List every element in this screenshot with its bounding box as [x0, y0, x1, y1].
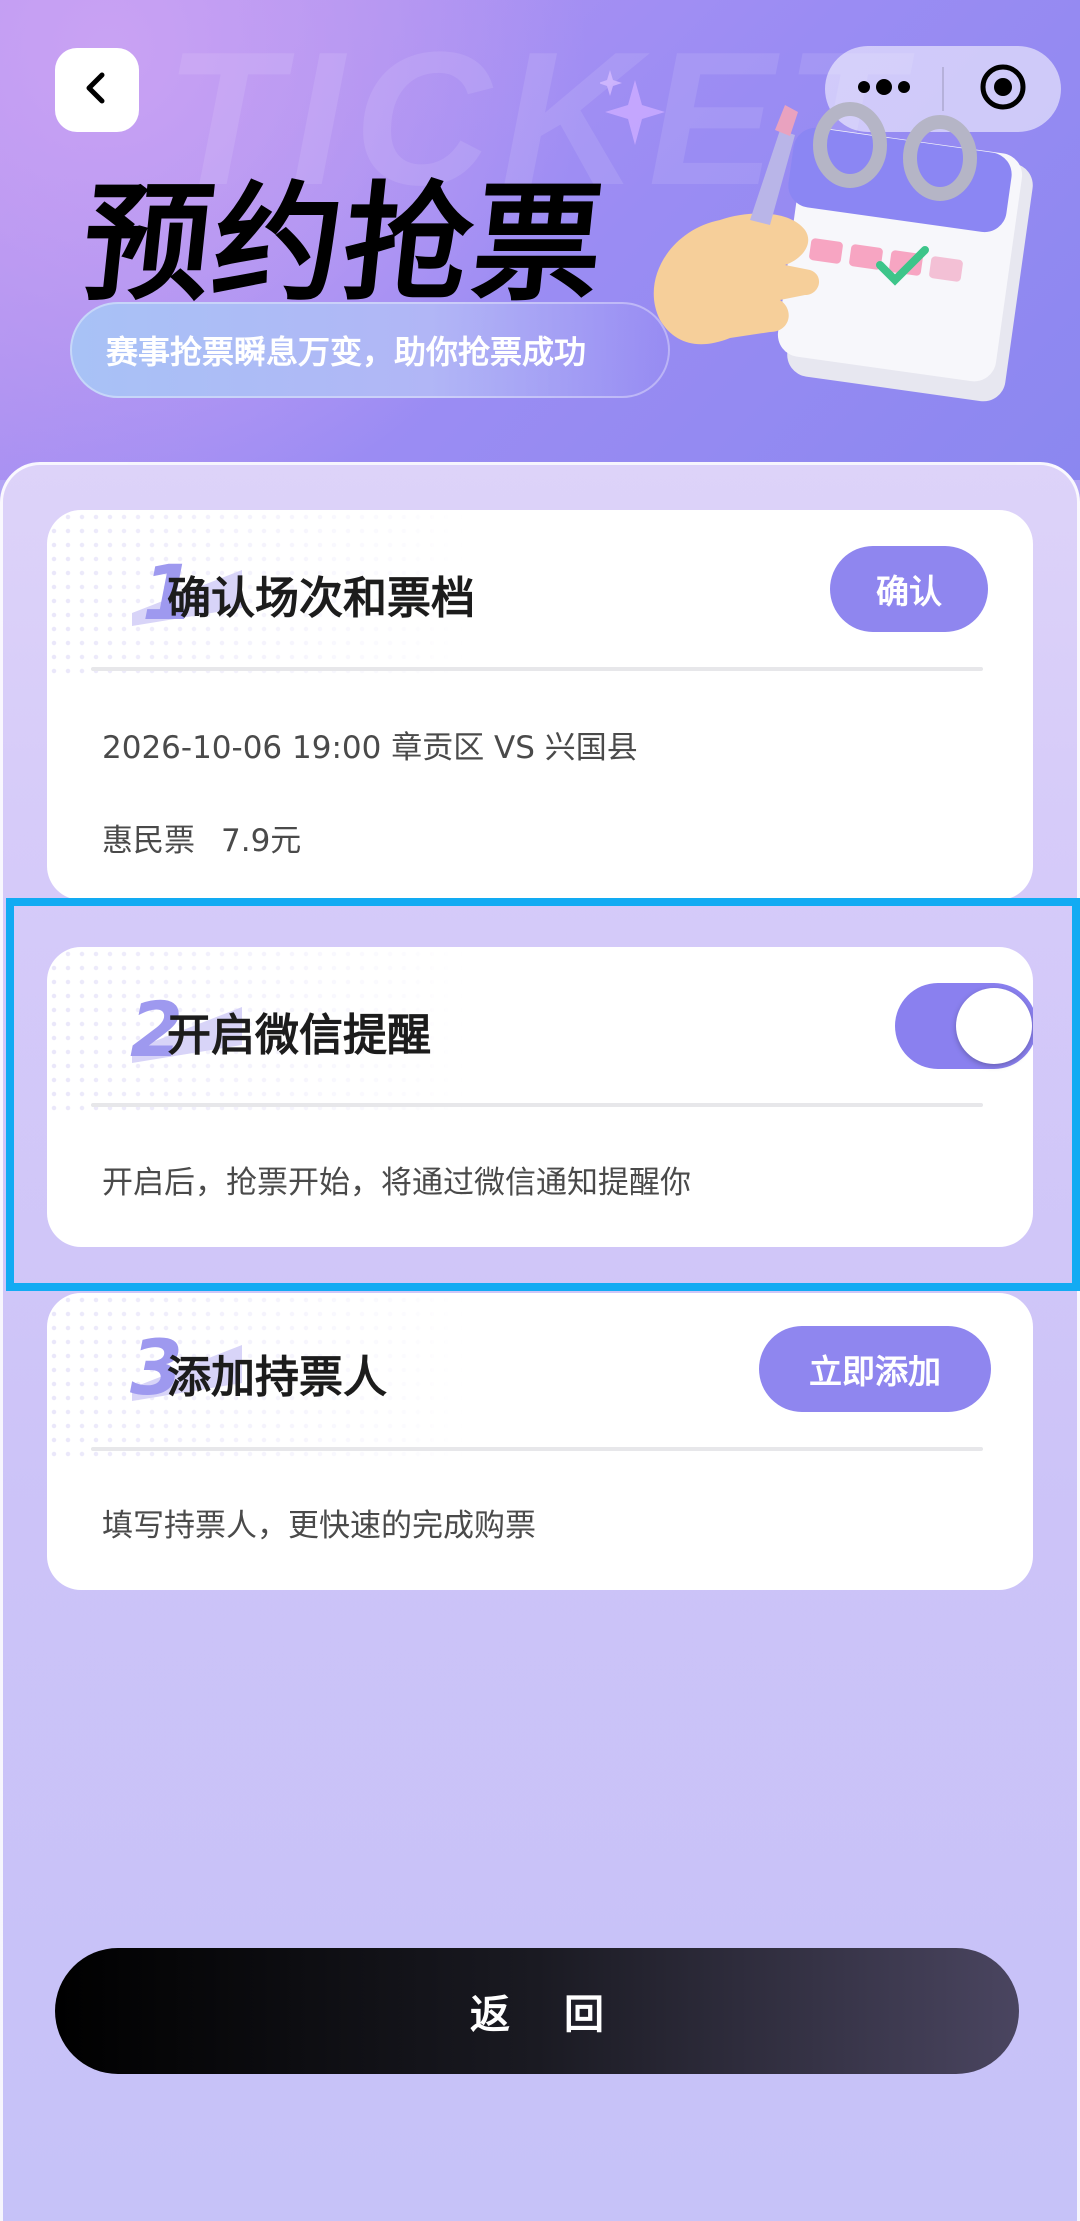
- subtitle-text: 赛事抢票瞬息万变，助你抢票成功: [106, 333, 587, 371]
- step-3-title: 添加持票人: [167, 1352, 387, 1403]
- confirm-button[interactable]: 确认: [830, 546, 988, 632]
- card-divider: [91, 667, 983, 671]
- reminder-description: 开启后，抢票开始，将通过微信通知提醒你: [102, 1165, 691, 1201]
- return-button[interactable]: 返 回: [55, 1948, 1019, 2074]
- card-divider: [91, 1103, 983, 1107]
- subtitle-banner: 赛事抢票瞬息万变，助你抢票成功: [70, 302, 670, 398]
- ticket-tier: 惠民票 7.9元: [102, 815, 301, 860]
- match-info: 2026-10-06 19:00 章贡区 VS 兴国县: [102, 730, 638, 766]
- toggle-knob: [956, 988, 1032, 1064]
- back-button[interactable]: [55, 48, 139, 132]
- card-divider: [91, 1447, 983, 1451]
- step-card-2: 2 开启微信提醒 开启后，抢票开始，将通过微信通知提醒你: [47, 947, 1033, 1247]
- step-1-title: 确认场次和票档: [167, 573, 475, 624]
- ticket-price: 7.9元: [221, 823, 302, 859]
- step-card-1: 1 确认场次和票档 确认 2026-10-06 19:00 章贡区 VS 兴国县…: [47, 510, 1033, 900]
- page-title: 预约抢票: [75, 170, 612, 319]
- header: TICKET 预约抢票 赛事抢票瞬息万变，助你抢票成功: [0, 0, 1080, 480]
- wechat-reminder-toggle[interactable]: [895, 983, 1033, 1069]
- step-2-title: 开启微信提醒: [167, 1010, 431, 1061]
- calendar-hand-illustration: [598, 70, 1060, 410]
- chevron-left-icon: [79, 70, 115, 110]
- ticket-holder-description: 填写持票人，更快速的完成购票: [102, 1508, 536, 1544]
- add-ticket-holder-button[interactable]: 立即添加: [759, 1326, 991, 1412]
- ticket-type: 惠民票: [102, 823, 195, 859]
- step-card-3: 3 添加持票人 立即添加 填写持票人，更快速的完成购票: [47, 1293, 1033, 1590]
